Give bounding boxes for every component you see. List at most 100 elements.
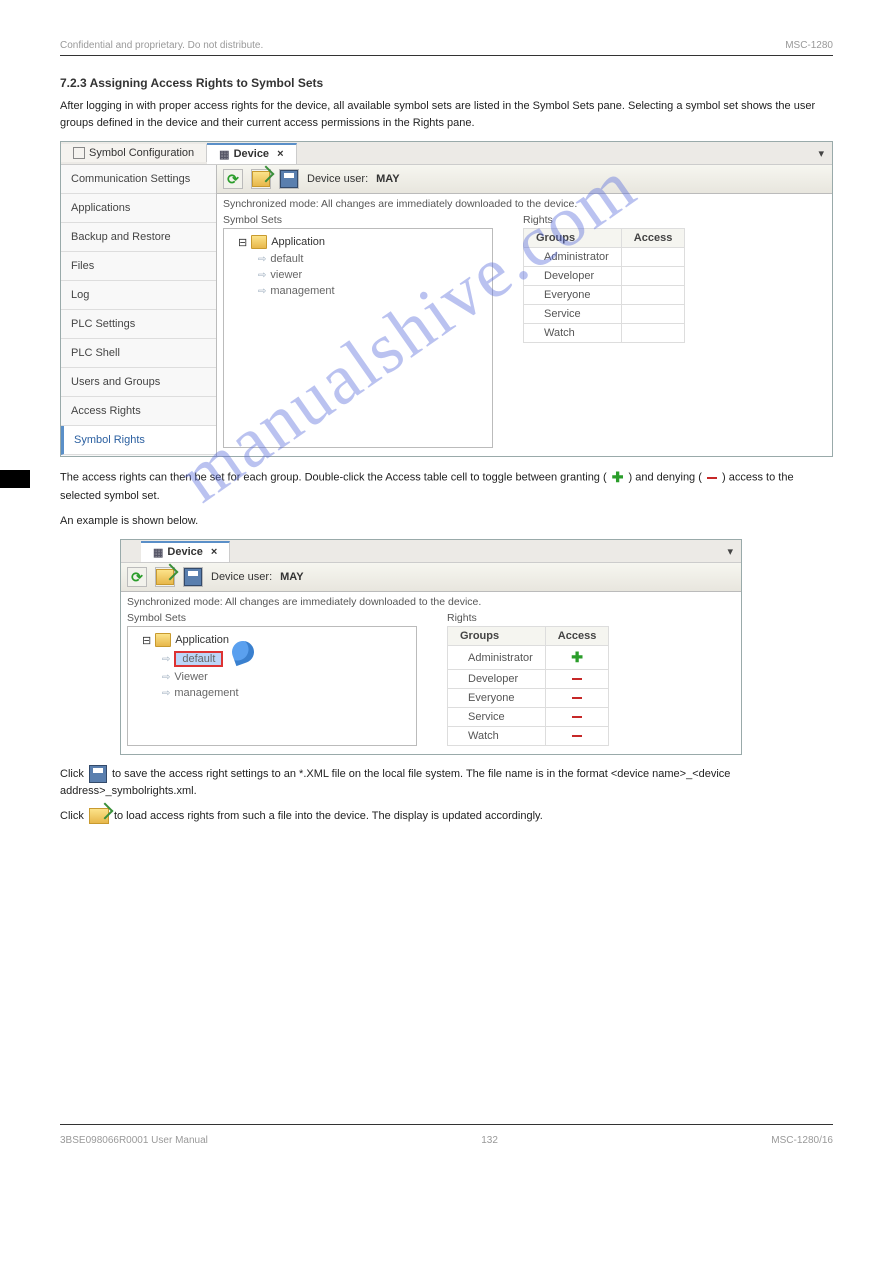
item-icon: ⇨	[258, 286, 266, 297]
collapse-icon[interactable]: ⊟	[142, 634, 151, 647]
symbol-sets-title-2: Symbol Sets	[127, 612, 417, 624]
device-user-value: MAY	[280, 571, 303, 583]
sidebar-item-plc-shell[interactable]: PLC Shell	[61, 339, 216, 368]
collapse-icon[interactable]: ⊟	[238, 236, 247, 249]
sidebar-item-applications[interactable]: Applications	[61, 194, 216, 223]
symbol-config-icon	[73, 147, 85, 159]
sidebar-item-backup-restore[interactable]: Backup and Restore	[61, 223, 216, 252]
open-button[interactable]	[155, 567, 175, 587]
tree-item-default-2[interactable]: ⇨ default	[132, 649, 412, 669]
group-everyone: Everyone	[524, 286, 622, 305]
col-groups: Groups	[448, 627, 546, 646]
page-header: Confidential and proprietary. Do not dis…	[60, 40, 833, 51]
table-row: Everyone	[524, 286, 685, 305]
intro-text: After logging in with proper access righ…	[60, 98, 833, 131]
save-button[interactable]	[279, 169, 299, 189]
close-icon[interactable]: ×	[277, 148, 283, 160]
tree-root-application-2[interactable]: ⊟ Application	[132, 631, 412, 649]
folder-icon	[155, 633, 171, 647]
tree-item-viewer-2[interactable]: ⇨ Viewer	[132, 669, 412, 685]
sidebar-item-symbol-rights[interactable]: Symbol Rights	[61, 426, 216, 455]
group-watch: Watch	[524, 324, 622, 343]
sidebar-item-access-rights[interactable]: Access Rights	[61, 397, 216, 426]
access-cell[interactable]	[545, 727, 609, 746]
tree-root-application[interactable]: ⊟ Application	[228, 233, 488, 251]
header-right: MSC-1280	[785, 40, 833, 51]
sidebar-item-files[interactable]: Files	[61, 252, 216, 281]
sidebar-item-communication-settings[interactable]: Communication Settings	[61, 165, 216, 194]
access-cell[interactable]	[621, 248, 685, 267]
col-groups: Groups	[524, 229, 622, 248]
refresh-icon: ⟳	[227, 171, 239, 188]
symbol-sets-tree-2[interactable]: ⊟ Application ⇨ default ⇨ Viewer ⇨	[127, 626, 417, 746]
access-cell[interactable]	[621, 267, 685, 286]
footer-right: MSC-1280/16	[771, 1135, 833, 1146]
tab-label: Symbol Configuration	[89, 147, 194, 159]
open-button[interactable]	[251, 169, 271, 189]
access-cell[interactable]: ✚	[545, 646, 609, 670]
refresh-button[interactable]: ⟳	[223, 169, 243, 189]
group-name: Service	[448, 708, 546, 727]
access-cell[interactable]	[545, 670, 609, 689]
mid-text-2: An example is shown below.	[60, 513, 833, 530]
sidebar-item-log[interactable]: Log	[61, 281, 216, 310]
tree-item-viewer[interactable]: ⇨ viewer	[228, 267, 488, 283]
text: to save the access right settings to an …	[60, 768, 730, 797]
sidebar-item-users-groups[interactable]: Users and Groups	[61, 368, 216, 397]
tab-device-2[interactable]: ▦ Device ×	[141, 541, 230, 562]
minus-icon	[572, 735, 582, 737]
symbol-sets-tree[interactable]: ⊟ Application ⇨ default ⇨ viewer	[223, 228, 493, 448]
item-icon: ⇨	[162, 672, 170, 683]
symbol-sets-section: Symbol Sets ⊟ Application ⇨ default ⇨	[223, 214, 493, 448]
item-icon: ⇨	[258, 254, 266, 265]
minus-icon	[707, 477, 717, 479]
main-panel: ⟳ Device user: MAY Synchronized mode: Al…	[217, 165, 832, 456]
refresh-button[interactable]: ⟳	[127, 567, 147, 587]
table-row: Developer	[524, 267, 685, 286]
tree-item-label: Viewer	[174, 671, 207, 683]
sidebar-item-plc-settings[interactable]: PLC Settings	[61, 310, 216, 339]
access-cell[interactable]	[621, 305, 685, 324]
tree-item-label: default	[270, 253, 303, 265]
access-cell[interactable]	[545, 708, 609, 727]
plus-icon: ✚	[571, 649, 583, 665]
tab-device[interactable]: ▦ Device ×	[207, 143, 296, 164]
group-name: Administrator	[448, 646, 546, 670]
text: to load access rights from such a file i…	[114, 810, 543, 822]
save-icon	[280, 170, 298, 188]
access-cell[interactable]	[545, 689, 609, 708]
plus-icon: ✚	[612, 467, 624, 488]
symbol-sets-section-2: Symbol Sets ⊟ Application ⇨ default ⇨	[127, 612, 417, 746]
refresh-icon: ⟳	[131, 569, 143, 586]
save-icon	[89, 765, 107, 783]
toolbar-2: ⟳ Device user: MAY	[121, 563, 741, 592]
rights-section-2: Rights Groups Access Administrator✚ Deve…	[447, 612, 609, 746]
access-cell[interactable]	[621, 324, 685, 343]
tree-item-label: viewer	[270, 269, 302, 281]
header-rule	[60, 55, 833, 56]
save-text: Click to save the access right settings …	[60, 765, 833, 800]
tree-item-management[interactable]: ⇨ management	[228, 283, 488, 299]
table-row: Developer	[448, 670, 609, 689]
open-icon	[156, 569, 174, 585]
access-cell[interactable]	[621, 286, 685, 305]
rights-section: Rights Groups Access Administrator Devel…	[523, 214, 685, 448]
open-text: Click to load access rights from such a …	[60, 808, 833, 825]
text: ) and denying (	[629, 471, 702, 483]
tab-symbol-configuration[interactable]: Symbol Configuration	[61, 144, 207, 162]
table-row: Everyone	[448, 689, 609, 708]
close-icon[interactable]: ×	[211, 546, 217, 558]
tab-dropdown-icon[interactable]: ▾	[810, 147, 832, 160]
tree-item-management-2[interactable]: ⇨ management	[132, 685, 412, 701]
group-service: Service	[524, 305, 622, 324]
device-window-2: ▦ Device × ▾ ⟳ Device user: MAY Synchron…	[120, 539, 742, 755]
save-button[interactable]	[183, 567, 203, 587]
item-icon: ⇨	[162, 654, 170, 665]
tree-item-default[interactable]: ⇨ default	[228, 251, 488, 267]
group-administrator: Administrator	[524, 248, 622, 267]
rights-table-2: Groups Access Administrator✚ Developer E…	[447, 626, 609, 746]
device-user-label: Device user:	[211, 571, 272, 583]
tab-dropdown-icon[interactable]: ▾	[719, 545, 741, 558]
minus-icon	[572, 697, 582, 699]
device-sidebar: Communication Settings Applications Back…	[61, 165, 217, 456]
